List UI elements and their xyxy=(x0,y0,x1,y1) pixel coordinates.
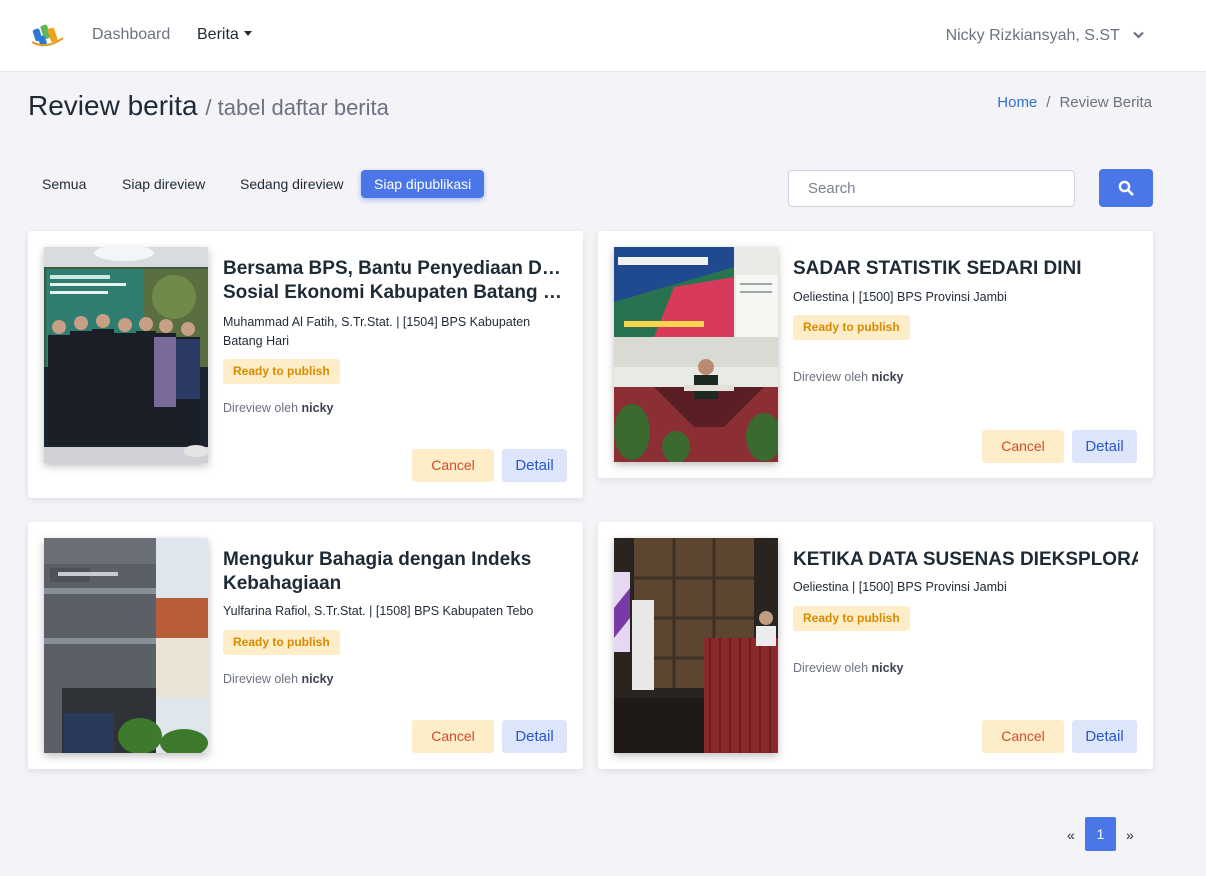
tab-siap-dipublikasi[interactable]: Siap dipublikasi xyxy=(361,170,485,198)
tab-siap-direview[interactable]: Siap direview xyxy=(109,170,218,198)
reviewed-by-prefix: Direview oleh xyxy=(793,661,869,675)
reviewed-by: Direview oleh nicky xyxy=(793,368,903,386)
news-author: Oeliestina | [1500] BPS Provinsi Jambi xyxy=(793,580,1007,594)
breadcrumb: Home / Review Berita xyxy=(997,93,1152,113)
news-title[interactable]: SADAR STATISTIK SEDARI DINI xyxy=(793,257,1138,281)
status-badge: Ready to publish xyxy=(793,606,910,631)
reviewed-by: Direview oleh nicky xyxy=(223,399,333,417)
tab-semua[interactable]: Semua xyxy=(29,170,99,198)
cancel-button[interactable]: Cancel xyxy=(412,720,494,753)
news-author: Oeliestina | [1500] BPS Provinsi Jambi xyxy=(793,290,1007,304)
news-card: Bersama BPS, Bantu Penyediaan Data Sosia… xyxy=(28,231,583,498)
breadcrumb-separator: / xyxy=(1046,94,1051,111)
page-subtitle: / tabel daftar berita xyxy=(205,95,389,120)
detail-button[interactable]: Detail xyxy=(1072,430,1137,463)
reviewed-by: Direview oleh nicky xyxy=(223,670,333,688)
news-thumbnail-image[interactable] xyxy=(44,247,208,463)
news-card: SADAR STATISTIK SEDARI DINI Oeliestina |… xyxy=(598,231,1153,478)
reviewer-name: nicky xyxy=(871,661,904,675)
page-title-text: Review berita xyxy=(28,90,198,121)
cancel-button[interactable]: Cancel xyxy=(982,720,1064,753)
cancel-button[interactable]: Cancel xyxy=(412,449,494,482)
reviewer-name: nicky xyxy=(871,370,904,384)
detail-button[interactable]: Detail xyxy=(1072,720,1137,753)
detail-button[interactable]: Detail xyxy=(502,449,567,482)
nav-berita-dropdown[interactable]: Berita xyxy=(197,24,252,46)
bps-logo-icon[interactable] xyxy=(30,20,66,50)
reviewed-by-prefix: Direview oleh xyxy=(223,401,299,415)
user-menu-dropdown[interactable]: Nicky Rizkiansyah, S.ST xyxy=(946,24,1144,47)
news-title-line-2: Kebahagiaan xyxy=(223,573,342,594)
news-title-line-1: Mengukur Bahagia dengan Indeks xyxy=(223,549,532,570)
news-author: Yulfarina Rafiol, S.Tr.Stat. | [1508] BP… xyxy=(223,604,534,618)
reviewed-by: Direview oleh nicky xyxy=(793,659,903,677)
search-button[interactable] xyxy=(1099,169,1153,207)
reviewer-name: nicky xyxy=(301,672,334,686)
reviewed-by-prefix: Direview oleh xyxy=(223,672,299,686)
top-navbar: Dashboard Berita Nicky Rizkiansyah, S.ST xyxy=(0,0,1206,72)
breadcrumb-current: Review Berita xyxy=(1059,94,1152,111)
news-card: Mengukur Bahagia dengan Indeks Kebahagia… xyxy=(28,522,583,769)
news-thumbnail-image[interactable] xyxy=(44,538,208,753)
reviewer-name: nicky xyxy=(301,401,334,415)
page-title: Review berita / tabel daftar berita xyxy=(28,88,389,126)
caret-down-icon xyxy=(243,31,252,36)
pagination-page-1[interactable]: 1 xyxy=(1085,817,1116,851)
status-badge: Ready to publish xyxy=(223,359,340,384)
detail-button[interactable]: Detail xyxy=(502,720,567,753)
news-title-line-2: Sosial Ekonomi Kabupaten Batang Hari xyxy=(223,282,568,303)
chevron-down-icon xyxy=(1133,24,1144,46)
tab-sedang-direview[interactable]: Sedang direview xyxy=(227,170,357,198)
user-name: Nicky Rizkiansyah, S.ST xyxy=(945,27,1120,44)
search-input[interactable] xyxy=(788,170,1075,207)
cancel-button[interactable]: Cancel xyxy=(982,430,1064,463)
status-badge: Ready to publish xyxy=(223,630,340,655)
pagination-prev[interactable]: « xyxy=(1067,826,1075,844)
breadcrumb-home-link[interactable]: Home xyxy=(997,94,1037,111)
news-thumbnail-image[interactable] xyxy=(614,247,778,462)
news-card: KETIKA DATA SUSENAS DIEKSPLORASI Oeliest… xyxy=(598,522,1153,769)
news-title[interactable]: Mengukur Bahagia dengan Indeks Kebahagia… xyxy=(223,548,568,596)
nav-dashboard-link[interactable]: Dashboard xyxy=(92,24,170,46)
status-badge: Ready to publish xyxy=(793,315,910,340)
news-title[interactable]: KETIKA DATA SUSENAS DIEKSPLORASI xyxy=(793,548,1138,572)
pagination-next[interactable]: » xyxy=(1126,826,1134,844)
nav-berita-label: Berita xyxy=(197,26,239,43)
news-author: Muhammad Al Fatih, S.Tr.Stat. | [1504] B… xyxy=(223,315,531,348)
news-title-line-1: Bersama BPS, Bantu Penyediaan Data xyxy=(223,258,568,279)
reviewed-by-prefix: Direview oleh xyxy=(793,370,869,384)
news-thumbnail-image[interactable] xyxy=(614,538,778,753)
news-title[interactable]: Bersama BPS, Bantu Penyediaan Data Sosia… xyxy=(223,257,568,305)
search-icon xyxy=(1118,180,1134,196)
